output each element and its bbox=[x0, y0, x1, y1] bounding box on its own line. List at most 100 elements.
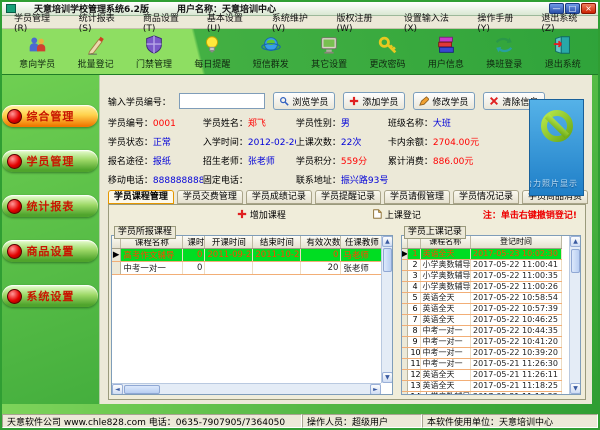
table-cell: 2017-05-22 10:41:20 bbox=[471, 336, 562, 347]
toolbar-door-access[interactable]: 门禁管理 bbox=[127, 34, 181, 70]
toolbar-label: 门禁管理 bbox=[127, 57, 181, 70]
tab-reminder-records[interactable]: 学员提醒记录 bbox=[315, 190, 381, 204]
modify-student-button[interactable]: 修改学员 bbox=[413, 92, 475, 110]
column-header[interactable]: 有效次数 bbox=[301, 236, 341, 249]
table-row[interactable]: 3小学奥数辅导2017-05-22 11:00:35 bbox=[402, 270, 562, 281]
toolbar-sms-broadcast[interactable]: 短信群发 bbox=[244, 34, 298, 70]
scroll-thumb[interactable] bbox=[124, 385, 160, 394]
table-row[interactable]: 10中考一对一2017-05-22 10:39:20 bbox=[402, 347, 562, 358]
table-row[interactable]: 4小学奥数辅导2017-05-22 11:00:26 bbox=[402, 281, 562, 292]
row-marker-cell: ▶ bbox=[402, 248, 408, 259]
table-row[interactable]: ▶1英语全天2017-05-23 10:02:30 bbox=[402, 248, 562, 259]
button-label: 修改学员 bbox=[432, 95, 468, 108]
menu-manual[interactable]: 操作手册(Y) bbox=[469, 11, 533, 34]
table-row[interactable]: ▶高考作文辅导02011-09-222011-10-220马老师 bbox=[112, 249, 393, 262]
field-label: 卡内余额： bbox=[388, 138, 433, 148]
menu-license-register[interactable]: 版权注册(W) bbox=[329, 11, 396, 34]
table-row[interactable]: 5英语全天2017-05-22 10:58:54 bbox=[402, 292, 562, 303]
toolbar-user-info[interactable]: 用户信息 bbox=[419, 34, 473, 70]
table-row[interactable]: 8中考一对一2017-05-22 10:44:35 bbox=[402, 325, 562, 336]
row-number-cell: 6 bbox=[408, 303, 420, 314]
column-header[interactable]: 任课教师 bbox=[341, 236, 383, 249]
sidebar-item-student-management[interactable]: 学员管理 bbox=[2, 150, 98, 172]
table-row[interactable]: 6英语全天2017-05-22 10:57:39 bbox=[402, 303, 562, 314]
table-row[interactable]: 2小学奥数辅导2017-05-22 11:00:41 bbox=[402, 259, 562, 270]
button-label: 浏览学员 bbox=[292, 95, 328, 108]
add-course-button[interactable]: 增加课程 bbox=[237, 208, 286, 221]
sidebar-item-label: 统计报表 bbox=[26, 198, 74, 214]
tab-score-records[interactable]: 学员成绩记录 bbox=[246, 190, 312, 204]
table-cell: 英语全天 bbox=[420, 248, 470, 259]
table-row[interactable]: 中考一对一020张老师 bbox=[112, 262, 393, 275]
table-row[interactable]: 13英语全天2017-05-21 11:18:25 bbox=[402, 380, 562, 391]
toolbar-daily-reminder[interactable]: 每日提醒 bbox=[185, 34, 239, 70]
exit-system-icon bbox=[552, 34, 574, 56]
sidebar-item-product-settings[interactable]: 商品设置 bbox=[2, 240, 98, 262]
attend-register-button[interactable]: 上课登记 bbox=[372, 208, 421, 221]
browse-students-button[interactable]: 浏览学员 bbox=[273, 92, 335, 110]
student-id-input[interactable] bbox=[179, 93, 265, 109]
tab-course-management[interactable]: 学员课程管理 bbox=[108, 190, 174, 204]
panel-actions: 增加课程 上课登记 注：单击右键撤销登记! bbox=[109, 205, 585, 223]
menu-student-management[interactable]: 学员管理(R) bbox=[6, 11, 71, 34]
sidebar-item-comprehensive-management[interactable]: 综合管理 bbox=[2, 105, 98, 127]
row-number-cell: 9 bbox=[408, 336, 420, 347]
menu-basic-settings[interactable]: 基本设置(U) bbox=[199, 11, 264, 34]
column-header[interactable]: 登记时间 bbox=[471, 236, 562, 248]
table-row[interactable]: 7英语全天2017-05-22 10:46:25 bbox=[402, 314, 562, 325]
row-number-cell: 3 bbox=[408, 270, 420, 281]
toolbar-change-password[interactable]: 更改密码 bbox=[361, 34, 415, 70]
table-cell: 2017-05-22 10:58:54 bbox=[471, 292, 562, 303]
menu-statistics-reports[interactable]: 统计报表(S) bbox=[71, 11, 135, 34]
door-access-icon bbox=[143, 34, 165, 56]
sidebar-item-statistics-reports[interactable]: 统计报表 bbox=[2, 195, 98, 217]
menu-bar: 学员管理(R) 统计报表(S) 商品设置(T) 基本设置(U) 系统维护(V) … bbox=[2, 16, 598, 29]
tab-leave-management[interactable]: 学员请假管理 bbox=[384, 190, 450, 204]
toolbar-batch-register[interactable]: 批量登记 bbox=[69, 34, 123, 70]
field-value: 886.00元 bbox=[433, 157, 474, 167]
toolbar-prospect-students[interactable]: 意向学员 bbox=[10, 34, 64, 70]
add-student-button[interactable]: 添加学员 bbox=[343, 92, 405, 110]
menu-input-method[interactable]: 设置输入法(X) bbox=[396, 11, 470, 34]
scroll-thumb[interactable] bbox=[383, 248, 392, 272]
red-sphere-icon bbox=[7, 199, 22, 214]
scroll-down-icon[interactable]: ▼ bbox=[570, 383, 581, 394]
scroll-right-icon[interactable]: ► bbox=[370, 384, 381, 395]
vertical-scrollbar[interactable]: ▲ ▼ bbox=[569, 236, 580, 394]
tab-situation-records[interactable]: 学员情况记录 bbox=[453, 190, 519, 204]
column-header[interactable]: 课时 bbox=[183, 236, 205, 249]
scroll-thumb[interactable] bbox=[571, 249, 580, 273]
table-row[interactable]: 12英语全天2017-05-21 11:26:11 bbox=[402, 369, 562, 380]
sidebar-item-system-settings[interactable]: 系统设置 bbox=[2, 285, 98, 307]
scroll-up-icon[interactable]: ▲ bbox=[382, 236, 393, 247]
table-row[interactable]: 14小学奥数辅导2017-05-21 11:18:22 bbox=[402, 391, 562, 395]
row-number-cell: 13 bbox=[408, 380, 420, 391]
table-row[interactable]: 11中考一对一2017-05-21 11:26:30 bbox=[402, 358, 562, 369]
prospect-students-icon bbox=[26, 34, 48, 56]
toolbar-shift-login[interactable]: 换班登录 bbox=[477, 34, 531, 70]
column-header[interactable]: 结束时间 bbox=[253, 236, 301, 249]
field-label: 班级名称： bbox=[388, 119, 433, 129]
toolbar-exit-system[interactable]: 退出系统 bbox=[536, 34, 590, 70]
table-cell: 小学奥数辅导 bbox=[420, 270, 470, 281]
page-icon bbox=[372, 209, 382, 219]
menu-exit[interactable]: 退出系统(Z) bbox=[533, 11, 598, 34]
table-cell: 2017-05-21 11:26:11 bbox=[471, 369, 562, 380]
scroll-up-icon[interactable]: ▲ bbox=[570, 236, 581, 247]
toolbar-label: 短信群发 bbox=[244, 57, 298, 70]
tables-region: 学员所报课程 课程名称课时开课时间结束时间有效次数任课教师备注 ▶高考作文辅导0… bbox=[109, 223, 585, 399]
bottom-strip bbox=[2, 404, 598, 414]
row-number-cell: 7 bbox=[408, 314, 420, 325]
toolbar-other-settings[interactable]: 其它设置 bbox=[302, 34, 356, 70]
vertical-scrollbar[interactable]: ▲ ▼ bbox=[381, 236, 392, 383]
magnifier-icon bbox=[279, 96, 289, 106]
search-row: 输入学员编号： 浏览学员 添加学员 修改学员 清除信息 bbox=[108, 91, 588, 111]
tab-payment-management[interactable]: 学员交费管理 bbox=[177, 190, 243, 204]
menu-product-settings[interactable]: 商品设置(T) bbox=[135, 11, 199, 34]
column-header[interactable]: 开课时间 bbox=[205, 236, 253, 249]
scroll-down-icon[interactable]: ▼ bbox=[382, 372, 393, 383]
horizontal-scrollbar[interactable]: ◄ ► bbox=[112, 383, 381, 394]
table-row[interactable]: 9中考一对一2017-05-22 10:41:20 bbox=[402, 336, 562, 347]
scroll-left-icon[interactable]: ◄ bbox=[112, 384, 123, 395]
menu-system-maintenance[interactable]: 系统维护(V) bbox=[264, 11, 329, 34]
